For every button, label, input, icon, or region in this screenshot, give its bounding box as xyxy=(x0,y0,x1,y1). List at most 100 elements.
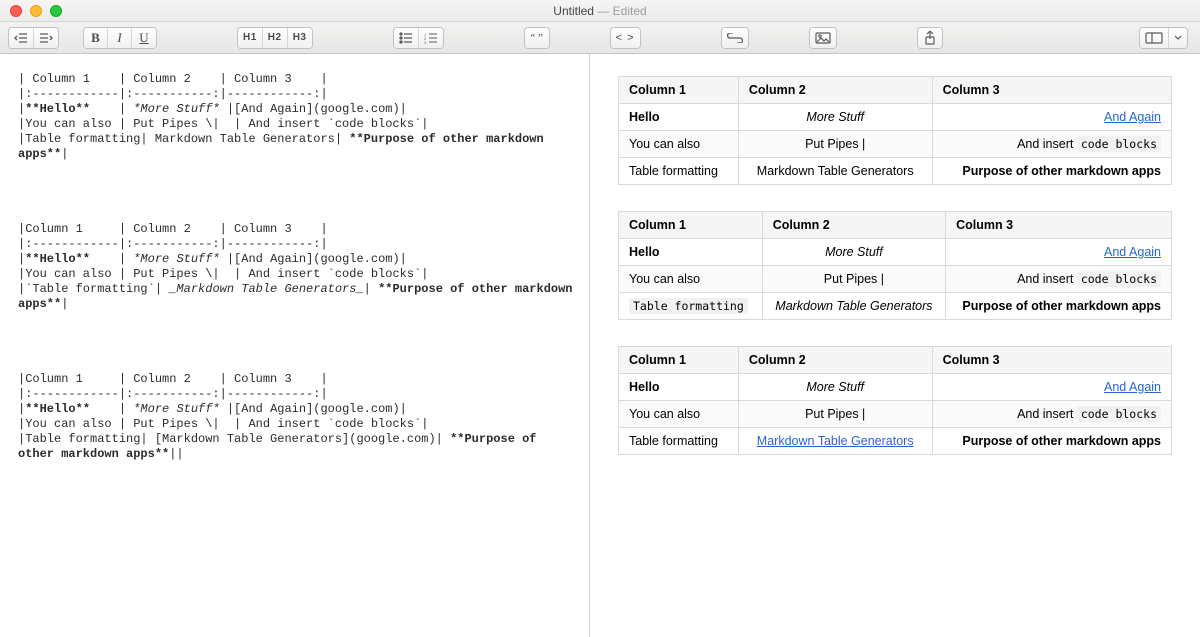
code-button[interactable]: < > xyxy=(611,28,640,48)
table-cell: And Again xyxy=(932,104,1171,131)
code-span: code blocks xyxy=(1077,271,1161,287)
table-cell: Table formatting xyxy=(619,428,739,455)
table-cell: Markdown Table Generators xyxy=(762,293,945,320)
indent-button[interactable] xyxy=(34,28,58,48)
link[interactable]: And Again xyxy=(1104,110,1161,124)
table-row: Hello More Stuff And Again xyxy=(619,374,1172,401)
blockquote-button[interactable]: “ ” xyxy=(525,28,549,48)
svg-text:3: 3 xyxy=(424,40,427,44)
table-cell: Purpose of other markdown apps xyxy=(932,428,1171,455)
preview-table: Column 1Column 2Column 3HelloMore StuffA… xyxy=(618,76,1172,185)
table-row: Table formattingMarkdown Table Generator… xyxy=(619,158,1172,185)
italic-text: More Stuff xyxy=(806,380,864,394)
h3-button[interactable]: H3 xyxy=(288,28,312,48)
table-cell: Put Pipes | xyxy=(738,131,932,158)
bold-text: Purpose of other markdown apps xyxy=(962,299,1161,313)
table-header: Column 2 xyxy=(738,347,932,374)
indent-group xyxy=(8,27,59,49)
table-header: Column 1 xyxy=(619,347,739,374)
table-header: Column 1 xyxy=(619,212,763,239)
table-cell: And Again xyxy=(932,374,1171,401)
table-cell: You can also xyxy=(619,266,763,293)
table-header: Column 3 xyxy=(946,212,1172,239)
link[interactable]: And Again xyxy=(1104,380,1161,394)
style-group: B I U xyxy=(83,27,157,49)
bold-text: Purpose of other markdown apps xyxy=(962,434,1161,448)
table-header: Column 3 xyxy=(932,77,1171,104)
table-cell: Put Pipes | xyxy=(762,266,945,293)
link[interactable]: Markdown Table Generators xyxy=(757,434,914,448)
panels-menu-button[interactable] xyxy=(1169,28,1187,48)
table-cell: More Stuff xyxy=(738,374,932,401)
preview-table: Column 1Column 2Column 3 Hello More Stuff A… xyxy=(618,211,1172,320)
bold-text: Purpose of other markdown apps xyxy=(962,164,1161,178)
bold-text: Hello xyxy=(629,380,660,394)
view-group xyxy=(1139,27,1188,49)
code-span: code blocks xyxy=(1077,406,1161,422)
share-group xyxy=(917,27,943,49)
h2-button[interactable]: H2 xyxy=(263,28,288,48)
minimize-window-button[interactable] xyxy=(30,5,42,17)
image-group xyxy=(809,27,837,49)
close-window-button[interactable] xyxy=(10,5,22,17)
edited-indicator: — Edited xyxy=(594,4,647,18)
italic-text: More Stuff xyxy=(825,245,883,259)
code-span: Table formatting xyxy=(629,298,748,314)
italic-button[interactable]: I xyxy=(108,28,132,48)
table-cell: More Stuff xyxy=(762,239,945,266)
table-cell: You can also xyxy=(619,131,739,158)
zoom-window-button[interactable] xyxy=(50,5,62,17)
bold-text: Hello xyxy=(629,245,660,259)
table-header: Column 2 xyxy=(762,212,945,239)
table-cell: Hello xyxy=(619,239,763,266)
link[interactable]: And Again xyxy=(1104,245,1161,259)
main-split: | Column 1 | Column 2 | Column 3 | |:---… xyxy=(0,54,1200,637)
heading-group: H1 H2 H3 xyxy=(237,27,313,49)
code-group: < > xyxy=(610,27,641,49)
toolbar: B I U H1 H2 H3 123 “ ” < > xyxy=(0,22,1200,54)
panels-button[interactable] xyxy=(1140,28,1169,48)
number-list-button[interactable]: 123 xyxy=(419,28,443,48)
table-row: Table formatting Markdown Table Generator… xyxy=(619,428,1172,455)
share-button[interactable] xyxy=(918,28,942,48)
link-group xyxy=(721,27,749,49)
table-cell: Markdown Table Generators xyxy=(738,428,932,455)
table-header: Column 3 xyxy=(932,347,1171,374)
table-row: You can alsoPut Pipes |And insert code b… xyxy=(619,401,1172,428)
table-cell: Hello xyxy=(619,374,739,401)
table-row: Table formatting Markdown Table Generator… xyxy=(619,293,1172,320)
bold-button[interactable]: B xyxy=(84,28,108,48)
table-cell: And Again xyxy=(946,239,1172,266)
markdown-editor[interactable]: | Column 1 | Column 2 | Column 3 | |:---… xyxy=(0,54,590,637)
table-cell: Purpose of other markdown apps xyxy=(946,293,1172,320)
table-row: You can alsoPut Pipes |And insert code b… xyxy=(619,131,1172,158)
code-span: code blocks xyxy=(1077,136,1161,152)
bullet-list-button[interactable] xyxy=(394,28,419,48)
quote-group: “ ” xyxy=(524,27,550,49)
table-cell: More Stuff xyxy=(738,104,932,131)
table-cell: And insert code blocks xyxy=(932,401,1171,428)
preview-table: Column 1Column 2Column 3 Hello More Stuff A… xyxy=(618,346,1172,455)
link-button[interactable] xyxy=(722,28,748,48)
table-row: Hello More Stuff And Again xyxy=(619,104,1172,131)
table-header: Column 2 xyxy=(738,77,932,104)
outdent-button[interactable] xyxy=(9,28,34,48)
h1-button[interactable]: H1 xyxy=(238,28,263,48)
table-cell: You can also xyxy=(619,401,739,428)
table-cell: And insert code blocks xyxy=(946,266,1172,293)
traffic-lights xyxy=(10,5,62,17)
italic-text: More Stuff xyxy=(806,110,864,124)
list-group: 123 xyxy=(393,27,444,49)
table-cell: Purpose of other markdown apps xyxy=(932,158,1171,185)
bold-text: Hello xyxy=(629,110,660,124)
table-cell: Markdown Table Generators xyxy=(738,158,932,185)
table-cell: And insert code blocks xyxy=(932,131,1171,158)
underline-button[interactable]: U xyxy=(132,28,156,48)
window-title: Untitled — Edited xyxy=(0,4,1200,18)
window-titlebar: Untitled — Edited xyxy=(0,0,1200,22)
table-row: You can alsoPut Pipes |And insert code b… xyxy=(619,266,1172,293)
table-cell: Table formatting xyxy=(619,293,763,320)
table-cell: Table formatting xyxy=(619,158,739,185)
image-button[interactable] xyxy=(810,28,836,48)
italic-text: Markdown Table Generators xyxy=(775,299,932,313)
